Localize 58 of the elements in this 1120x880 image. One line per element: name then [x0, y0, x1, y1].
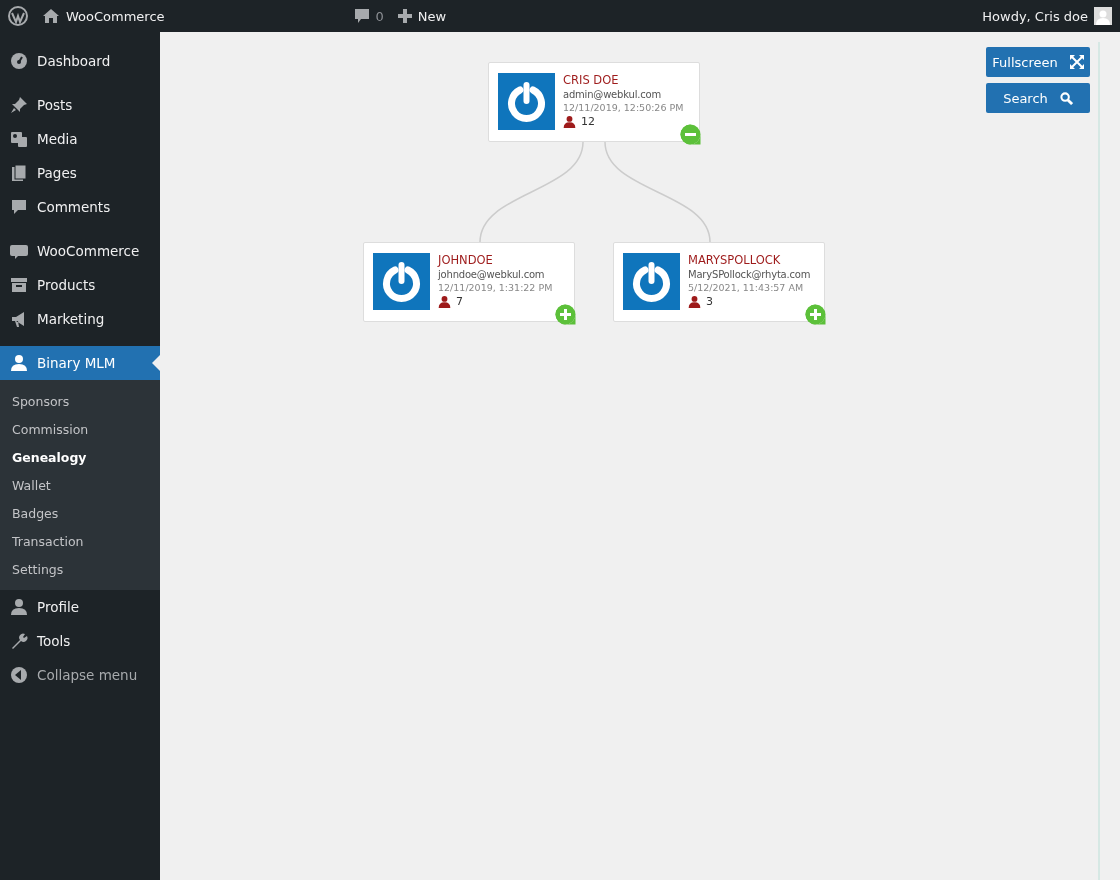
person-icon [688, 295, 701, 308]
member-count: 7 [456, 295, 463, 308]
archive-box-icon [9, 275, 29, 295]
menu-item[interactable]: Media [0, 122, 160, 156]
member-name: JOHNDOE [438, 253, 494, 267]
member-count: 3 [706, 295, 713, 308]
media-icon [9, 129, 29, 149]
member-name: MARYSPOLLOCK [688, 253, 782, 267]
menu-item[interactable]: Posts [0, 88, 160, 122]
person-icon [563, 115, 576, 128]
expand-arrows-icon [1069, 55, 1084, 69]
menu-item[interactable]: WooCommerce [0, 234, 160, 268]
member-email: admin@webkul.com [563, 89, 662, 100]
menu-item[interactable]: Binary MLM [0, 346, 160, 380]
submenu-item[interactable]: Genealogy [0, 443, 160, 471]
menu-item[interactable]: Tools [0, 624, 160, 658]
menu-item[interactable]: Profile [0, 590, 160, 624]
person-icon [438, 295, 451, 308]
member-email: johndoe@webkul.com [438, 269, 546, 280]
member-date: 12/11/2019, 1:31:22 PM [438, 282, 553, 293]
menu-item[interactable]: Dashboard [0, 44, 160, 78]
search-button[interactable]: Search [986, 83, 1090, 113]
submenu-item[interactable]: Wallet [0, 471, 160, 499]
submenu-item[interactable]: Sponsors [0, 387, 160, 415]
search-icon [1059, 91, 1073, 105]
pages-icon [9, 163, 29, 183]
submenu-item[interactable]: Badges [0, 499, 160, 527]
menu-item[interactable]: Pages [0, 156, 160, 190]
plus-icon[interactable] [397, 9, 412, 23]
wordpress-logo-icon[interactable] [8, 6, 28, 26]
fullscreen-button[interactable]: Fullscreen [986, 47, 1090, 77]
dashboard-icon [9, 51, 29, 71]
submenu-item[interactable]: Settings [0, 555, 160, 583]
member-count: 12 [581, 115, 595, 128]
pin-icon [9, 95, 29, 115]
home-icon[interactable] [42, 8, 60, 24]
menu-item[interactable]: Comments [0, 190, 160, 224]
speech-bubble-icon[interactable] [353, 8, 370, 24]
member-date: 12/11/2019, 12:50:26 PM [563, 102, 684, 113]
member-date: 5/12/2021, 11:43:57 AM [688, 282, 805, 293]
menu-item[interactable]: Products [0, 268, 160, 302]
new-link[interactable]: New [417, 8, 447, 24]
power-avatar-icon [373, 253, 430, 310]
member-email: MarySPollock@rhyta.com [688, 269, 811, 280]
site-name-link[interactable]: WooCommerce [66, 8, 165, 24]
comment-count: 0 [375, 8, 384, 24]
submenu-item[interactable]: Transaction [0, 527, 160, 555]
submenu-item[interactable]: Commission [0, 415, 160, 443]
collapse-menu-button[interactable]: Collapse menu [0, 658, 160, 692]
power-avatar-icon [498, 73, 555, 130]
menu-item[interactable]: Marketing [0, 302, 160, 336]
person-icon [9, 353, 29, 373]
collapse-icon [9, 665, 29, 685]
speech-bubble-icon [9, 197, 29, 217]
member-name: CRIS DOE [563, 73, 620, 87]
greeting-text[interactable]: Howdy, Cris doe [982, 8, 1088, 24]
power-avatar-icon [623, 253, 680, 310]
person-icon [9, 597, 29, 617]
